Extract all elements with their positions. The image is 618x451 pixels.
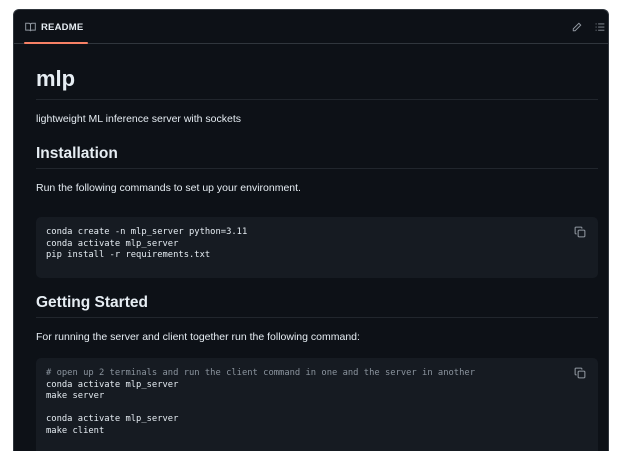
installation-intro: Run the following commands to set up you… <box>36 182 301 194</box>
code-line: conda activate mlp_server <box>46 414 179 424</box>
copy-icon[interactable] <box>574 226 588 240</box>
code-line: conda create -n mlp_server python=3.11 <box>46 227 248 237</box>
readme-panel: README mlp lightweight ML inference serv… <box>13 9 609 451</box>
getting-started-heading: Getting Started <box>36 294 148 311</box>
code-line: make server <box>46 391 105 401</box>
readme-tab-label: README <box>41 21 84 33</box>
book-icon <box>25 22 36 32</box>
pencil-icon[interactable] <box>571 21 583 33</box>
code-comment: # open up 2 terminals and run the client… <box>46 368 475 378</box>
code-line: pip install -r requirements.txt <box>46 250 211 260</box>
installation-divider <box>36 168 598 169</box>
getting-started-intro: For running the server and client togeth… <box>36 331 360 343</box>
active-tab-underline <box>24 42 88 44</box>
code-line: conda activate mlp_server <box>46 379 179 390</box>
code-line: make client <box>46 425 105 436</box>
installation-heading: Installation <box>36 145 118 162</box>
page-title: mlp <box>36 66 76 91</box>
list-icon[interactable] <box>594 21 606 33</box>
installation-code-block: conda create -n mlp_server python=3.11 c… <box>36 217 598 278</box>
getting-started-code-block: # open up 2 terminals and run the client… <box>36 358 598 451</box>
title-divider <box>36 99 598 100</box>
code-line: conda activate mlp_server <box>46 238 179 249</box>
readme-tab[interactable]: README <box>25 10 83 44</box>
getting-started-divider <box>36 317 598 318</box>
copy-icon[interactable] <box>574 367 588 381</box>
repo-description: lightweight ML inference server with soc… <box>36 113 242 125</box>
readme-header: README <box>14 10 608 44</box>
